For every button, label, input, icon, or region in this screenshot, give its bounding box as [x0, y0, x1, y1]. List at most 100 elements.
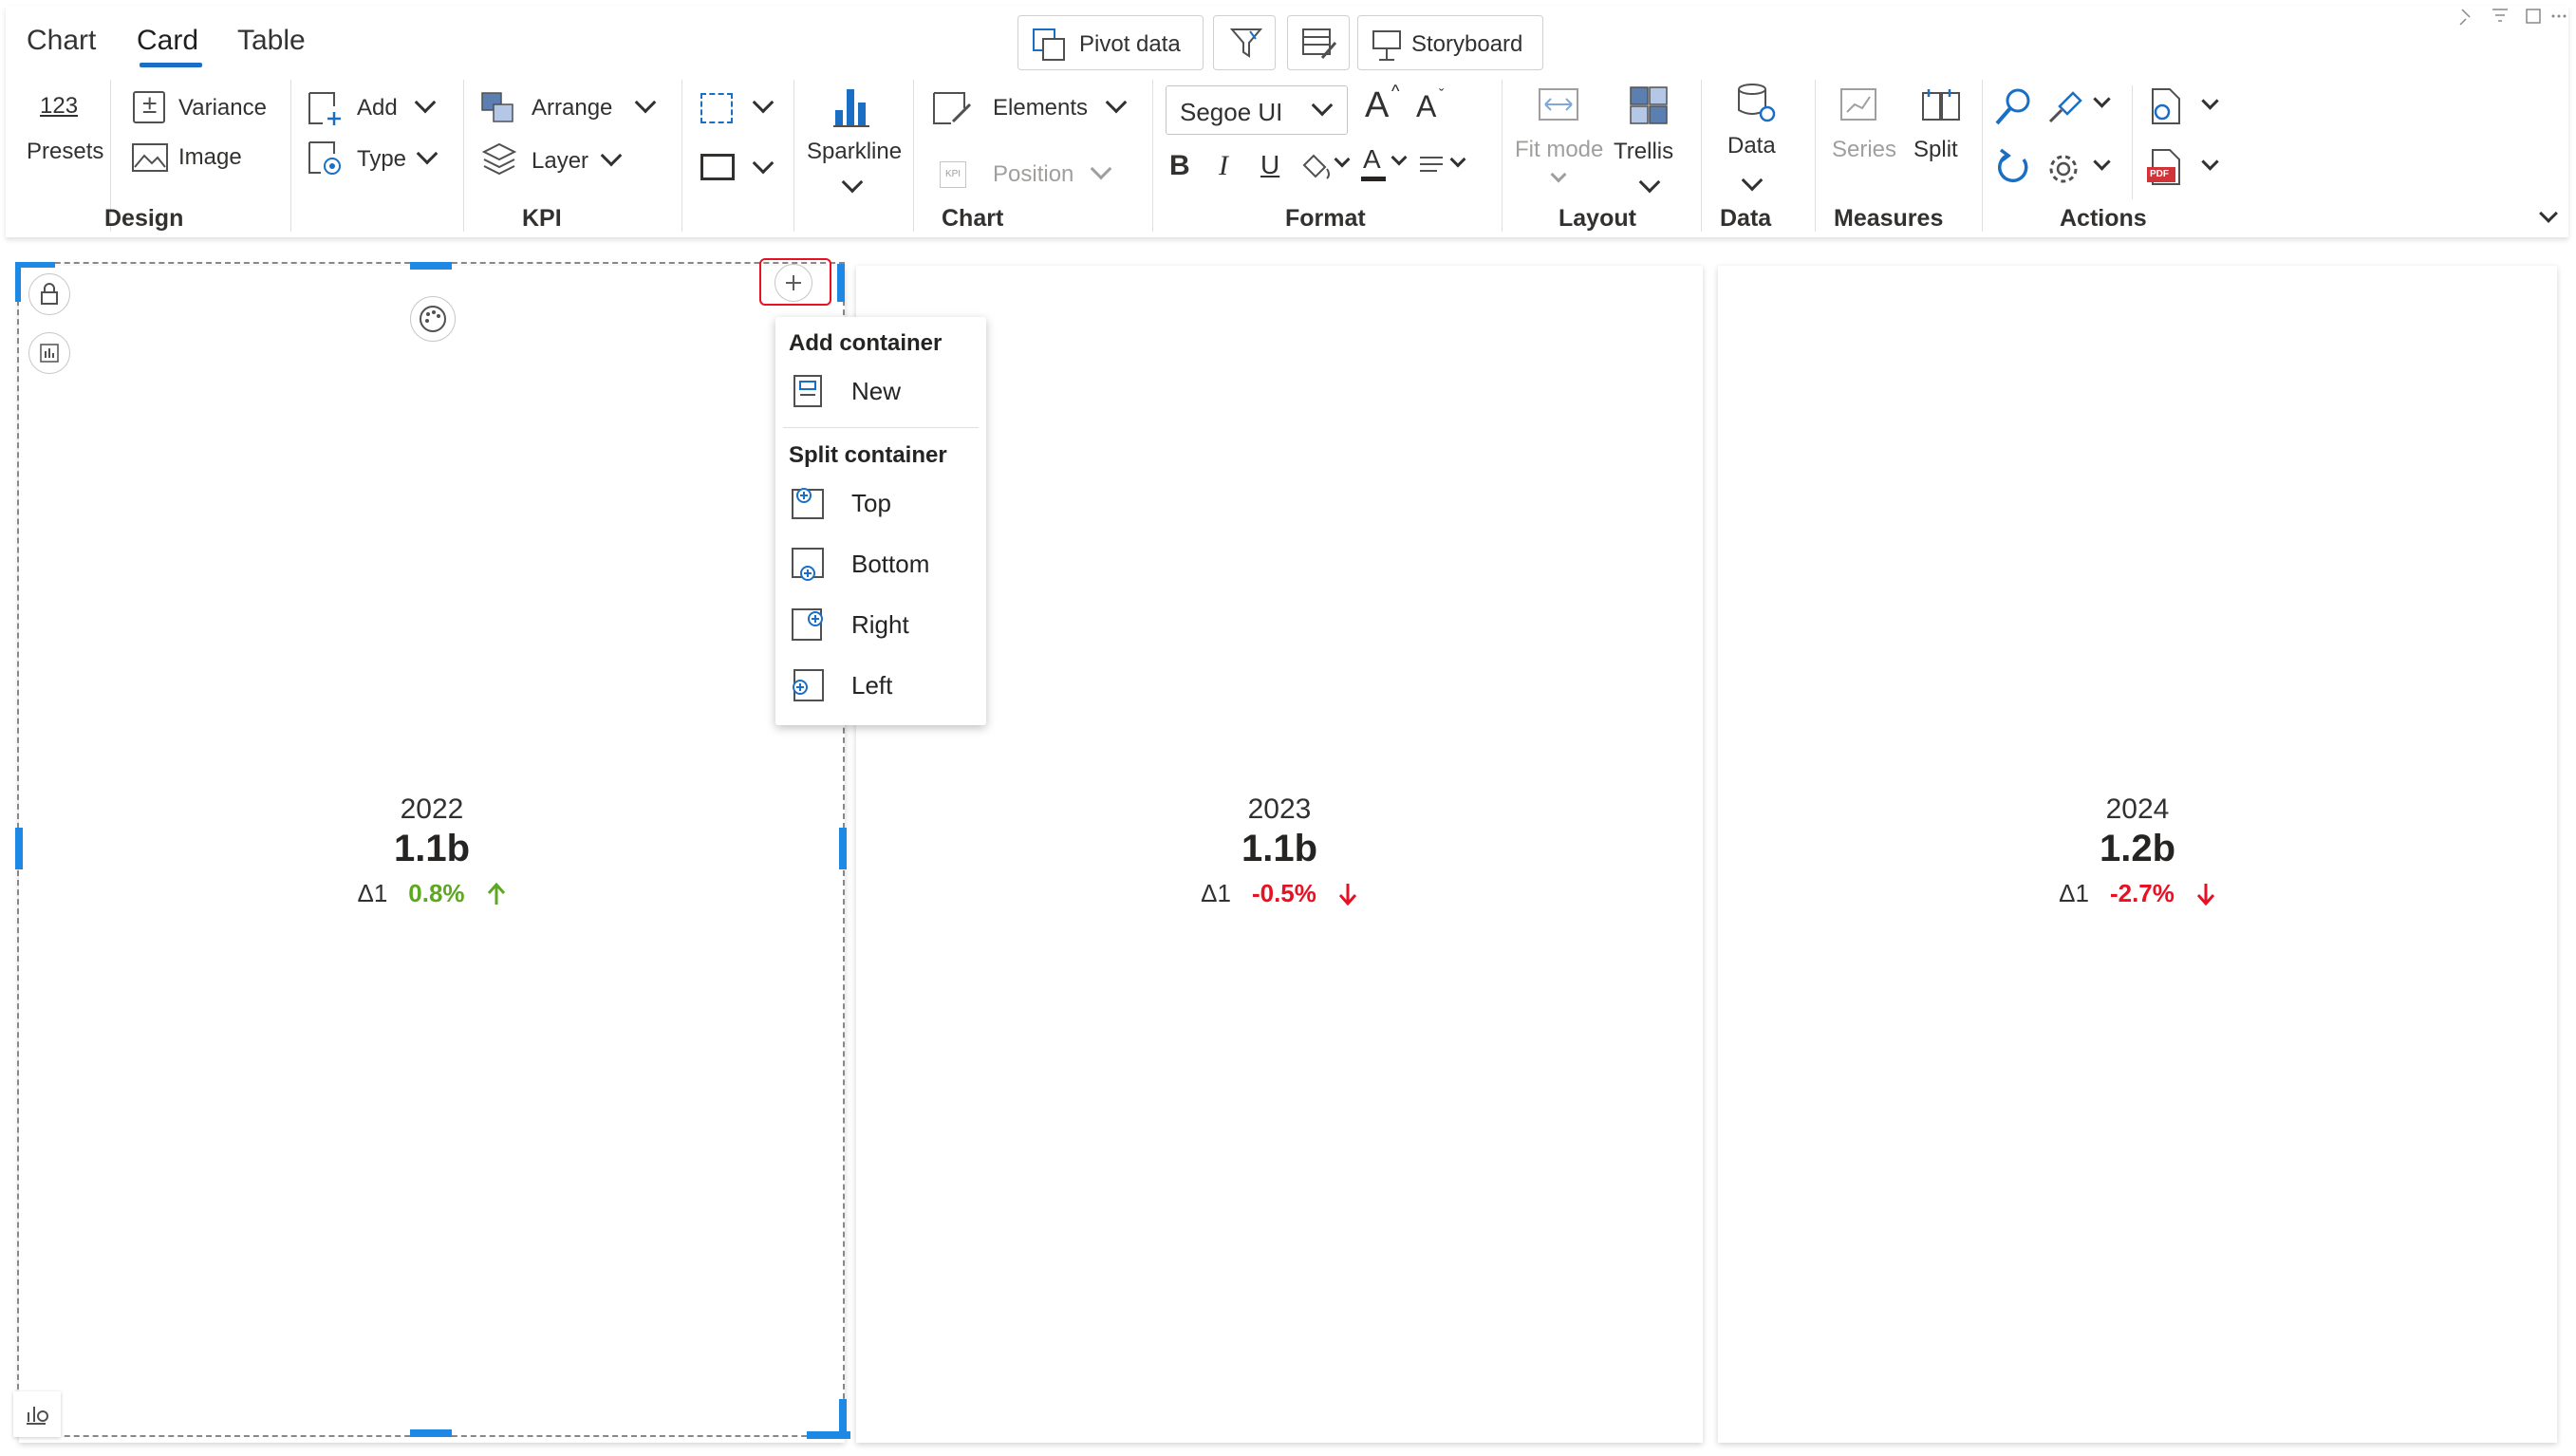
elements-icon	[933, 92, 972, 124]
font-family-select[interactable]: Segoe UI	[1166, 85, 1348, 135]
data-button[interactable]: Data	[1716, 78, 1792, 201]
border-select-button[interactable]	[695, 87, 780, 129]
delta-label: Δ1	[1201, 879, 1231, 907]
more-icon[interactable]	[2563, 14, 2567, 18]
card-year: 2024	[2105, 793, 2170, 825]
storyboard-label: Storyboard	[1411, 31, 1523, 57]
menu-item-new[interactable]: New	[775, 363, 986, 420]
document-gear-icon	[2152, 88, 2180, 124]
resize-handle-right[interactable]	[839, 828, 847, 869]
split-bottom-icon	[792, 548, 824, 581]
menu-item-top[interactable]: Top	[775, 475, 986, 532]
visual-options-button[interactable]	[13, 1391, 61, 1437]
settings-button[interactable]	[2046, 148, 2122, 190]
delta-value: -0.5%	[1251, 879, 1316, 907]
pivot-data-button[interactable]: Pivot data	[1017, 15, 1204, 70]
export-settings-button[interactable]	[2145, 87, 2231, 129]
variance-label: Variance	[178, 95, 267, 121]
plus-icon	[786, 275, 801, 290]
shape-select-chevron-icon	[752, 152, 775, 175]
trellis-button[interactable]: Trellis	[1612, 82, 1688, 205]
split-button[interactable]: Split	[1908, 82, 1974, 177]
arrange-button[interactable]: Arrange	[475, 87, 664, 129]
elements-chevron-icon	[1105, 91, 1128, 114]
resize-handle-top[interactable]	[410, 262, 452, 270]
active-tab-indicator	[140, 63, 202, 67]
elements-button[interactable]: Elements	[928, 85, 1137, 131]
collapse-ribbon-icon[interactable]	[2539, 204, 2558, 223]
resize-handle-left[interactable]	[15, 828, 23, 869]
shrink-font-icon: A	[1416, 89, 1437, 123]
filter-small-icon[interactable]	[2492, 9, 2508, 22]
gear-icon	[2049, 155, 2078, 183]
add-chevron-icon	[414, 91, 437, 114]
storyboard-button[interactable]: Storyboard	[1357, 15, 1543, 70]
lock-button[interactable]	[28, 273, 70, 315]
settings-chevron-icon	[2093, 153, 2111, 171]
resize-handle-bottom[interactable]	[410, 1429, 452, 1437]
menu-item-bottom[interactable]: Bottom	[775, 535, 986, 592]
tab-table[interactable]: Table	[237, 25, 306, 57]
filter-icon	[1229, 28, 1263, 58]
align-button[interactable]	[1418, 148, 1475, 186]
expand-icon[interactable]	[2526, 9, 2541, 24]
resize-handle-top-right[interactable]	[837, 264, 845, 302]
pin-icon[interactable]	[2459, 9, 2471, 26]
resize-handle-bottom-right-v[interactable]	[839, 1399, 847, 1439]
add-button[interactable]: Add	[304, 87, 446, 129]
layer-button[interactable]: Layer	[475, 139, 664, 180]
arrange-icon	[481, 92, 513, 122]
search-icon[interactable]	[1993, 85, 2035, 127]
resize-handle-top-left[interactable]	[15, 262, 55, 268]
tab-chart[interactable]: Chart	[27, 25, 96, 57]
resize-handle-top-left-v[interactable]	[15, 262, 21, 302]
presets-button[interactable]: 123 Presets	[27, 85, 103, 180]
sparkline-button[interactable]: Sparkline	[805, 82, 903, 205]
data-label: Data	[1727, 133, 1776, 159]
type-button[interactable]: Type	[304, 139, 446, 180]
menu-item-left[interactable]: Left	[775, 657, 986, 714]
card-year: 2023	[1247, 793, 1312, 825]
font-color-button[interactable]: A	[1361, 144, 1418, 186]
shrink-font-button[interactable]: A ˇ	[1414, 85, 1456, 135]
type-label: Type	[357, 146, 407, 172]
variance-button[interactable]: ± Variance	[125, 87, 277, 129]
table-edit-button[interactable]	[1287, 15, 1350, 70]
tab-card[interactable]: Card	[137, 25, 198, 57]
kpi-position-icon: KPI	[940, 161, 966, 188]
ribbon: Chart Card Table Pivot data Storyboard 1…	[6, 6, 2568, 237]
position-chevron-icon	[1090, 158, 1112, 180]
paintbrush-icon	[2048, 91, 2082, 123]
menu-item-label: Top	[851, 488, 891, 517]
position-label: Position	[993, 161, 1074, 187]
selected-container-outline	[17, 262, 845, 1437]
grow-font-button[interactable]: A ^	[1363, 82, 1405, 131]
variance-icon: ±	[133, 89, 165, 123]
pdf-badge-text: PDF	[2150, 169, 2169, 179]
arrange-chevron-icon	[634, 91, 657, 114]
pdf-export-button[interactable]: PDF	[2145, 148, 2231, 190]
menu-item-right[interactable]: Right	[775, 596, 986, 653]
fit-mode-icon	[1539, 88, 1578, 121]
fill-color-chevron-icon	[1334, 151, 1351, 168]
refresh-icon[interactable]	[1993, 148, 2035, 190]
format-painter-button[interactable]	[2046, 85, 2122, 127]
palette-button[interactable]	[410, 296, 456, 342]
add-container-menu: Add container New Split container Top Bo…	[775, 317, 986, 725]
bold-button[interactable]: B	[1169, 150, 1190, 182]
underline-button[interactable]: U	[1260, 150, 1279, 180]
kpi-card[interactable]: 2024 1.2b Δ1 -2.7%	[1718, 266, 2557, 1443]
fit-mode-button: Fit mode	[1515, 82, 1606, 196]
add-container-button[interactable]	[775, 264, 812, 302]
sparkline-label: Sparkline	[807, 139, 903, 164]
card-delta: Δ1 -0.5%	[856, 879, 1703, 908]
trellis-chevron-icon	[1638, 171, 1661, 194]
chart-type-button[interactable]	[28, 332, 70, 374]
group-title-layout: Layout	[1559, 205, 1636, 232]
fill-color-button[interactable]	[1300, 148, 1357, 186]
image-button[interactable]: Image	[125, 137, 277, 178]
italic-button[interactable]: I	[1219, 150, 1228, 182]
storyboard-icon	[1372, 30, 1401, 61]
shape-select-button[interactable]	[695, 148, 780, 190]
filter-button[interactable]	[1213, 15, 1276, 70]
